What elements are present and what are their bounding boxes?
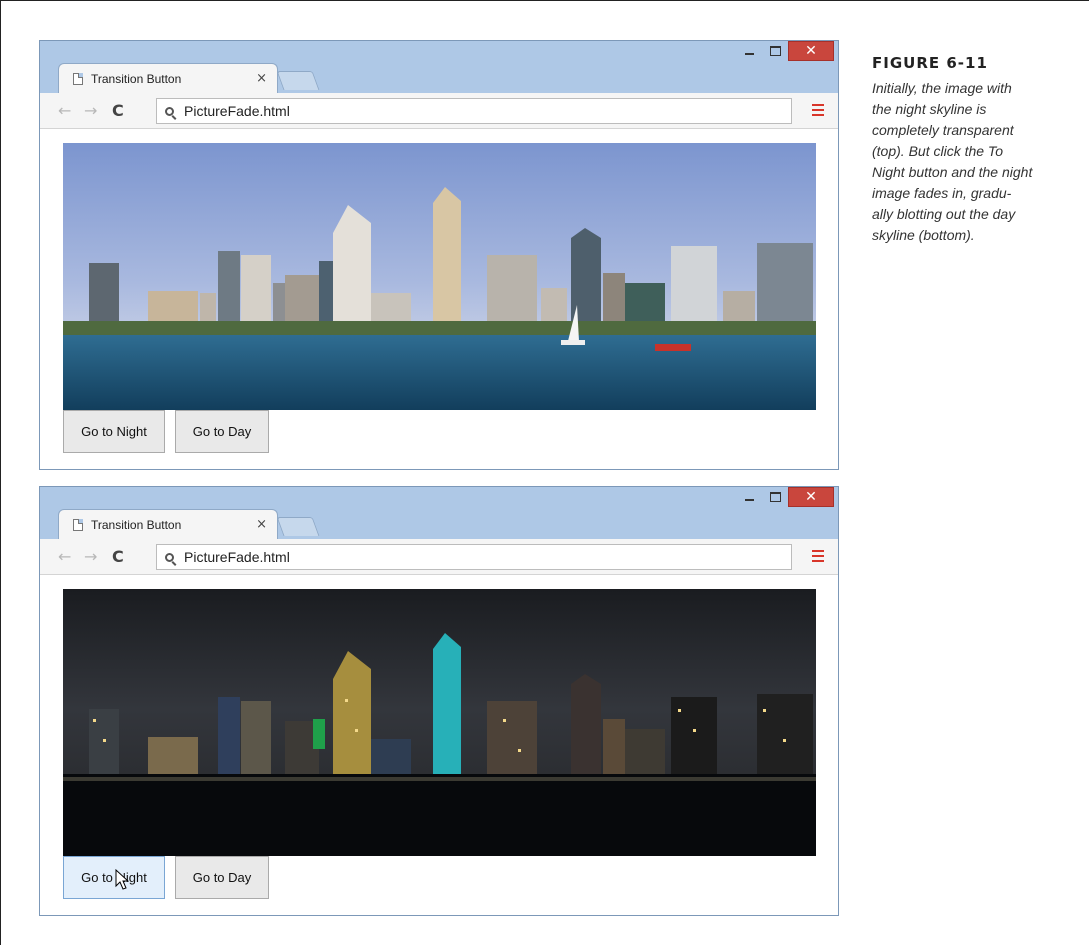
new-tab-button[interactable] xyxy=(276,517,320,536)
figure-caption: FIGURE 6-11 Initially, the image with th… xyxy=(872,54,1082,246)
reload-icon[interactable]: C xyxy=(112,102,124,120)
search-icon xyxy=(165,552,174,562)
go-to-day-button[interactable]: Go to Day xyxy=(175,856,269,899)
page-icon xyxy=(73,72,83,85)
url-text: PictureFade.html xyxy=(184,103,290,119)
browser-toolbar: ← → C PictureFade.html xyxy=(40,539,838,575)
night-skyline-image xyxy=(63,589,816,856)
window-controls: ✕ xyxy=(736,41,834,63)
page-frame-top xyxy=(0,0,1089,1)
reload-icon[interactable]: C xyxy=(112,548,124,566)
go-to-night-button[interactable]: Go to Night xyxy=(63,856,165,899)
figure-label: FIGURE 6-11 xyxy=(872,54,988,72)
hamburger-menu-icon[interactable] xyxy=(812,104,824,116)
tab-title: Transition Button xyxy=(91,71,182,86)
new-tab-button[interactable] xyxy=(276,71,320,90)
go-to-day-button[interactable]: Go to Day xyxy=(175,410,269,453)
page-frame-left xyxy=(0,0,1,945)
page-icon xyxy=(73,518,83,531)
search-icon xyxy=(165,106,174,116)
forward-arrow-icon[interactable]: → xyxy=(84,102,97,120)
page-content: Go to Night Go to Day xyxy=(40,129,838,469)
forward-arrow-icon[interactable]: → xyxy=(84,548,97,566)
minimize-icon[interactable] xyxy=(736,41,762,61)
page-content: Go to Night Go to Day xyxy=(40,575,838,915)
go-to-night-button[interactable]: Go to Night xyxy=(63,410,165,453)
mouse-pointer-icon xyxy=(115,869,129,890)
address-bar[interactable]: PictureFade.html xyxy=(156,98,792,124)
browser-tab[interactable]: Transition Button × xyxy=(58,509,278,539)
url-text: PictureFade.html xyxy=(184,549,290,565)
tab-close-icon[interactable]: × xyxy=(256,71,267,86)
back-arrow-icon[interactable]: ← xyxy=(58,548,71,566)
browser-tab[interactable]: Transition Button × xyxy=(58,63,278,93)
browser-window-night: ✕ Transition Button × ← → C PictureFade.… xyxy=(39,486,839,916)
day-skyline-image xyxy=(63,143,816,410)
maximize-icon[interactable] xyxy=(762,487,788,507)
figure-caption-text: Initially, the image with the night skyl… xyxy=(872,80,1033,243)
maximize-icon[interactable] xyxy=(762,41,788,61)
browser-window-day: ✕ Transition Button × ← → C PictureFade.… xyxy=(39,40,839,470)
tab-close-icon[interactable]: × xyxy=(256,517,267,532)
back-arrow-icon[interactable]: ← xyxy=(58,102,71,120)
tab-title: Transition Button xyxy=(91,517,182,532)
close-window-icon[interactable]: ✕ xyxy=(788,487,834,507)
window-controls: ✕ xyxy=(736,487,834,509)
hamburger-menu-icon[interactable] xyxy=(812,550,824,562)
minimize-icon[interactable] xyxy=(736,487,762,507)
address-bar[interactable]: PictureFade.html xyxy=(156,544,792,570)
browser-toolbar: ← → C PictureFade.html xyxy=(40,93,838,129)
close-window-icon[interactable]: ✕ xyxy=(788,41,834,61)
